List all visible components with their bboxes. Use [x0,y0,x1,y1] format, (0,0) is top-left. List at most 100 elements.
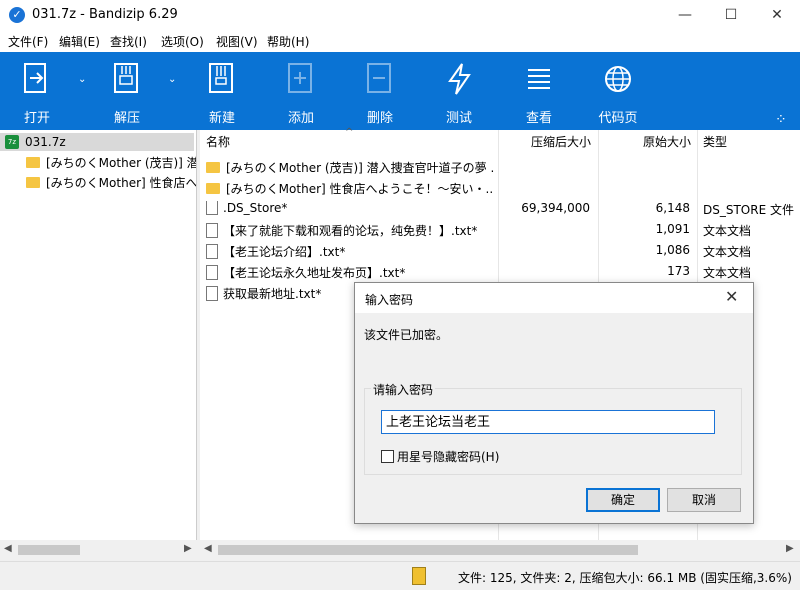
new-archive-button[interactable]: 新建 [190,52,254,130]
column-header-type[interactable]: 类型 [703,130,727,154]
encrypted-message: 该文件已加密。 [364,328,449,342]
add-icon [288,63,312,93]
original-size: 1,086 [655,243,690,257]
text-file-icon [206,223,218,238]
view-button[interactable]: 查看 [507,52,571,130]
test-button[interactable]: 测试 [427,52,491,130]
scrollbar-thumb[interactable] [18,545,80,555]
tree-root-label: 031.7z [25,135,66,149]
7z-archive-icon: 7z [5,135,19,149]
table-row[interactable]: 【老王论坛永久地址发布页】.txt* 173 文本文档 [200,261,800,282]
file-name: 【来了就能下载和观看的论坛，纯免费！】.txt* [223,224,478,238]
status-text: 文件: 125, 文件夹: 2, 压缩包大小: 66.1 MB (固实压缩,3.… [458,571,792,585]
table-row[interactable]: [みちのくMother] 性食店へようこそ！〜安い・... [200,177,800,198]
view-icon [528,69,550,89]
file-type: 文本文档 [703,266,752,280]
table-row[interactable]: 【来了就能下载和观看的论坛，纯免费！】.txt* 1,091 文本文档 [200,219,800,240]
extract-label: 解压 [113,111,140,126]
table-row[interactable]: [みちのくMother (茂吉)] 潜入捜査官叶道子の夢 ... [200,156,800,177]
table-row[interactable]: 【老王论坛介绍】.txt* 1,086 文本文档 [200,240,800,261]
sort-ascending-icon: ^ [345,127,354,138]
tree-item-folder-2[interactable]: [みちのくMother] 性食店へ [26,174,196,192]
original-size: 1,091 [655,222,690,236]
tree-root-archive[interactable]: 7z 031.7z [0,133,194,151]
extract-button[interactable]: 解压 [95,52,159,130]
file-name: 【老王论坛永久地址发布页】.txt* [223,266,406,280]
folder-icon [26,157,40,168]
file-name: 【老王论坛介绍】.txt* [223,245,346,259]
menu-view[interactable]: 视图(V) [216,33,258,50]
dialog-close-icon[interactable]: ✕ [725,287,738,306]
open-button[interactable]: 打开 [5,52,69,130]
file-type: 文本文档 [703,245,752,259]
toolbar: 打开 ⌄ 解压 ⌄ 新建 添加 删除 测试 查看 代码页 ⁘ [0,52,800,130]
add-label: 添加 [287,111,314,126]
scroll-right-arrow-icon[interactable]: ▶ [184,543,192,554]
text-file-icon [206,244,218,259]
add-button[interactable]: 添加 [269,52,333,130]
checkbox-label: 用星号隐藏密码(H) [397,450,500,464]
layout-grid-icon[interactable]: ⁘ [775,112,787,128]
codepage-icon [605,66,631,92]
file-name: [みちのくMother (茂吉)] 潜入捜査官叶道子の夢 ... [226,161,494,175]
column-header-original[interactable]: 原始大小 [643,130,691,154]
codepage-button[interactable]: 代码页 [586,52,650,130]
delete-label: 删除 [366,111,393,126]
file-type: 文本文档 [703,224,752,238]
test-icon [448,63,471,95]
original-size: 6,148 [655,201,690,215]
table-row[interactable]: .DS_Store* 69,394,000 6,148 DS_STORE 文件 [200,198,800,219]
text-file-icon [206,265,218,280]
compressed-size: 69,394,000 [521,201,590,215]
checkbox-box[interactable] [381,450,394,463]
original-size: 173 [667,264,690,278]
scroll-left-arrow-icon[interactable]: ◀ [204,543,212,554]
mask-password-checkbox[interactable]: 用星号隐藏密码(H) [381,448,499,465]
new-archive-icon [209,63,233,93]
folder-icon [26,177,40,188]
column-header-name[interactable]: 名称 [206,130,230,154]
password-group-label: 请输入密码 [371,381,436,398]
scroll-left-arrow-icon[interactable]: ◀ [4,543,12,554]
status-bar: 文件: 125, 文件夹: 2, 压缩包大小: 66.1 MB (固实压缩,3.… [0,561,800,590]
file-icon [206,201,218,215]
text-file-icon [206,286,218,301]
tree-item-folder-1[interactable]: [みちのくMother (茂吉)] 潜 [26,154,196,172]
scroll-right-arrow-icon[interactable]: ▶ [786,543,794,554]
delete-icon [367,63,391,93]
password-input[interactable]: 上老王论坛当老王 [381,410,715,434]
tree-item-label: [みちのくMother (茂吉)] 潜 [46,156,196,170]
right-horizontal-scrollbar[interactable]: ◀ ▶ [200,540,800,560]
menu-bar: 文件(F) 编辑(E) 查找(I) 选项(O) 视图(V) 帮助(H) [0,30,800,52]
ok-button[interactable]: 确定 [586,488,660,512]
codepage-label: 代码页 [598,111,638,126]
extract-dropdown-chevron-icon[interactable]: ⌄ [168,74,176,85]
window-title: 031.7z - Bandizip 6.29 [32,7,178,22]
scrollbar-thumb[interactable] [218,545,638,555]
delete-button[interactable]: 删除 [348,52,412,130]
menu-file[interactable]: 文件(F) [8,33,48,50]
menu-edit[interactable]: 编辑(E) [59,33,100,50]
menu-options[interactable]: 选项(O) [161,33,204,50]
folder-tree: 7z 031.7z [みちのくMother (茂吉)] 潜 [みちのくMothe… [0,130,197,540]
column-header-compressed[interactable]: 压缩后大小 [531,130,591,154]
file-name: [みちのくMother] 性食店へようこそ！〜安い・... [226,182,494,196]
minimize-button[interactable]: — [662,0,708,30]
menu-help[interactable]: 帮助(H) [267,33,309,50]
tree-item-label: [みちのくMother] 性食店へ [46,176,196,190]
open-dropdown-chevron-icon[interactable]: ⌄ [78,74,86,85]
folder-icon [206,183,220,194]
file-name: 获取最新地址.txt* [223,287,322,301]
left-horizontal-scrollbar[interactable]: ◀ ▶ [0,540,196,560]
new-label: 新建 [208,111,235,126]
file-name: .DS_Store* [223,201,288,215]
file-type: DS_STORE 文件 [703,203,794,217]
maximize-button[interactable]: ☐ [708,0,754,30]
test-label: 测试 [445,111,472,126]
password-dialog: 输入密码 ✕ 该文件已加密。 请输入密码 上老王论坛当老王 用星号隐藏密码(H)… [354,282,754,524]
close-button[interactable]: ✕ [754,0,800,30]
menu-find[interactable]: 查找(I) [110,33,147,50]
open-icon [24,63,46,93]
cancel-button[interactable]: 取消 [667,488,741,512]
bandizip-app-icon: ✓ [9,7,25,23]
